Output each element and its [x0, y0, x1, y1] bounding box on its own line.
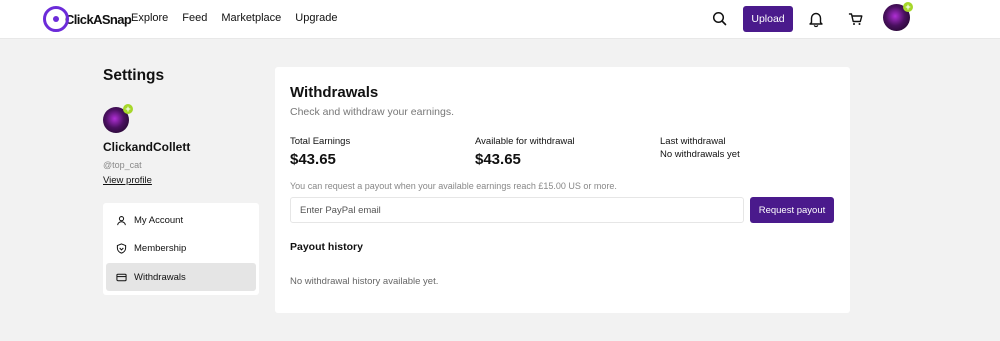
shield-icon [116, 243, 127, 254]
nav-explore[interactable]: Explore [131, 12, 168, 24]
user-avatar[interactable]: + [883, 2, 913, 31]
request-payout-button[interactable]: Request payout [750, 197, 834, 223]
cart-icon[interactable] [847, 10, 865, 28]
add-badge-icon[interactable]: + [903, 2, 913, 12]
main-nav: Explore Feed Marketplace Upgrade [131, 12, 338, 24]
brand-logo[interactable]: ClickASnap [43, 6, 132, 32]
nav-marketplace[interactable]: Marketplace [221, 12, 281, 24]
menu-item-label: Withdrawals [134, 271, 186, 283]
add-badge-icon[interactable]: + [123, 104, 133, 114]
last-withdrawal-label: Last withdrawal [660, 136, 726, 147]
available-label: Available for withdrawal [475, 136, 575, 147]
settings-title: Settings [103, 67, 165, 84]
profile-handle: @top_cat [103, 160, 142, 170]
upload-button[interactable]: Upload [743, 6, 793, 32]
menu-item-label: My Account [134, 214, 184, 226]
bell-icon[interactable] [807, 10, 825, 28]
menu-item-membership[interactable]: Membership [106, 235, 256, 263]
available-value: $43.65 [475, 151, 521, 168]
brand-name: ClickASnap [65, 11, 132, 27]
nav-feed[interactable]: Feed [182, 12, 207, 24]
view-profile-link[interactable]: View profile [103, 175, 152, 186]
profile-username: ClickandCollett [103, 140, 191, 154]
top-navbar: ClickASnap Explore Feed Marketplace Upgr… [0, 0, 1000, 39]
search-icon[interactable] [711, 10, 729, 28]
payout-note: You can request a payout when your avail… [290, 181, 617, 191]
payout-history-empty: No withdrawal history available yet. [290, 276, 439, 287]
available-withdrawal: Available for withdrawal $43.65 [475, 136, 575, 168]
total-earnings: Total Earnings $43.65 [290, 136, 350, 168]
page-subtitle: Check and withdraw your earnings. [290, 106, 455, 118]
user-icon [117, 215, 126, 225]
last-withdrawal-value: No withdrawals yet [660, 149, 740, 160]
nav-upgrade[interactable]: Upgrade [295, 12, 337, 24]
logo-icon [43, 6, 69, 32]
settings-menu: My Account Membership Withdrawals [103, 203, 259, 295]
paypal-email-input[interactable] [290, 197, 744, 223]
menu-item-withdrawals[interactable]: Withdrawals [106, 263, 256, 291]
menu-item-my-account[interactable]: My Account [106, 206, 256, 234]
page-title: Withdrawals [290, 84, 379, 101]
total-earnings-value: $43.65 [290, 151, 336, 168]
total-earnings-label: Total Earnings [290, 136, 351, 147]
profile-avatar[interactable]: + [103, 104, 133, 133]
last-withdrawal: Last withdrawal No withdrawals yet [660, 136, 740, 160]
payout-history-title: Payout history [290, 241, 363, 253]
menu-item-label: Membership [134, 243, 187, 254]
card-icon [116, 273, 127, 281]
withdrawals-panel: Withdrawals Check and withdraw your earn… [275, 67, 850, 313]
